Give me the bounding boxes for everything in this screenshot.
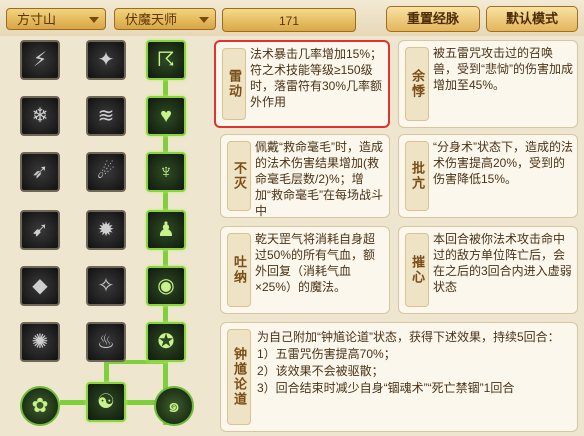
skill-icon-wave[interactable]: ≋	[86, 96, 126, 136]
default-button-label: 默认模式	[505, 11, 558, 26]
skill-icon-orb[interactable]: ◉	[146, 266, 186, 306]
school-dropdown[interactable]: 方寸山	[6, 8, 106, 30]
school-label: 方寸山	[17, 12, 57, 27]
skill-icon-swirl[interactable]: ๑	[154, 386, 194, 426]
skill-name: 雷动	[222, 48, 246, 120]
points-display: 171	[222, 8, 356, 32]
points-value: 171	[278, 14, 300, 28]
skill-desc: 为自己附加“钟馗论道”状态，获得下述效果，持续5回合： 1）五雷咒伤害提高70%…	[257, 330, 560, 395]
skill-name: 余悸	[405, 47, 429, 121]
top-bar: 方寸山 伏魔天师 171 重置经脉 默认模式	[0, 0, 584, 36]
skill-desc: 法术暴击几率增加15%；符之术技能等级≥150级时，落雷符有30%几率额外作用	[250, 47, 383, 109]
skill-icon-wing[interactable]: ➶	[20, 152, 60, 192]
skill-icon-heart[interactable]: ♥	[146, 96, 186, 136]
skill-desc: 乾天罡气将消耗自身超过50%的所有气血，额外回复（消耗气血×25%）的魔法。	[255, 232, 376, 294]
skill-desc: “分身术”状态下，造成的法术伤害提高20%，受到的伤害降低15%。	[433, 140, 573, 186]
skill-card-tuna[interactable]: 吐纳 乾天罡气将消耗自身超过50%的所有气血，额外回复（消耗气血×25%）的魔法…	[220, 226, 390, 314]
chevron-down-icon	[199, 17, 209, 23]
skill-card-leidong[interactable]: 雷动 法术暴击几率增加15%；符之术技能等级≥150级时，落雷符有30%几率额外…	[214, 40, 390, 128]
skill-card-zhongkui[interactable]: 钟馗论道 为自己附加“钟馗论道”状态，获得下述效果，持续5回合： 1）五雷咒伤害…	[220, 322, 578, 432]
skill-icon-arrow[interactable]: ➹	[20, 210, 60, 250]
branch-dropdown[interactable]: 伏魔天师	[114, 8, 216, 30]
skill-icon-cluster[interactable]: ✹	[86, 210, 126, 250]
skill-card-pikang[interactable]: 批亢 “分身术”状态下，造成的法术伤害提高20%，受到的伤害降低15%。	[398, 134, 578, 218]
skill-icon-comet[interactable]: ☄	[86, 152, 126, 192]
skill-icon-fire[interactable]: ♨	[86, 322, 126, 362]
skill-name: 吐纳	[227, 233, 251, 307]
skill-icon-lightning[interactable]: ⚡	[20, 40, 60, 80]
skill-name: 批亢	[405, 141, 429, 211]
skill-desc: 被五雷咒攻击过的召唤兽，受到“悲恸”的伤害加成增加至45%。	[433, 46, 573, 92]
skill-icon-flame[interactable]: ✺	[20, 322, 60, 362]
skill-icon-sage[interactable]: ☯	[86, 382, 126, 422]
skill-icon-crystal[interactable]: ◆	[20, 266, 60, 306]
reset-meridians-button[interactable]: 重置经脉	[386, 6, 480, 32]
reset-button-label: 重置经脉	[406, 11, 459, 26]
skill-icon-shield[interactable]: ✪	[146, 322, 186, 362]
skill-card-bumie[interactable]: 不灭 佩戴“救命毫毛”时，造成的法术伤害结果增加(救命毫毛层数/2)%；增加“救…	[220, 134, 390, 218]
skill-icon-lotus[interactable]: ✿	[20, 386, 60, 426]
branch-label: 伏魔天师	[125, 12, 178, 27]
skill-desc: 佩戴“救命毫毛”时，造成的法术伤害结果增加(救命毫毛层数/2)%；增加“救命毫毛…	[255, 140, 383, 218]
skill-card-yuji[interactable]: 余悸 被五雷咒攻击过的召唤兽，受到“悲恸”的伤害加成增加至45%。	[398, 40, 578, 128]
skill-desc: 本回合被你法术攻击命中过的敌方单位阵亡后，会在之后的3回合内进入虚弱状态	[433, 232, 572, 294]
skill-icon-figures[interactable]: ♟	[146, 210, 186, 250]
skill-icon-feather[interactable]: ♆	[146, 152, 186, 192]
skill-card-cuixin[interactable]: 摧心 本回合被你法术攻击命中过的敌方单位阵亡后，会在之后的3回合内进入虚弱状态	[398, 226, 578, 314]
skill-name: 摧心	[405, 233, 429, 307]
skill-icon-storm[interactable]: ❄	[20, 96, 60, 136]
skill-name: 钟馗论道	[227, 329, 251, 425]
default-mode-button[interactable]: 默认模式	[486, 6, 578, 32]
skill-icon-burst[interactable]: ✦	[86, 40, 126, 80]
skill-name: 不灭	[227, 141, 251, 211]
chevron-down-icon	[89, 17, 99, 23]
skill-icon-thunder[interactable]: ☈	[146, 40, 186, 80]
skill-icon-rune[interactable]: ✧	[86, 266, 126, 306]
